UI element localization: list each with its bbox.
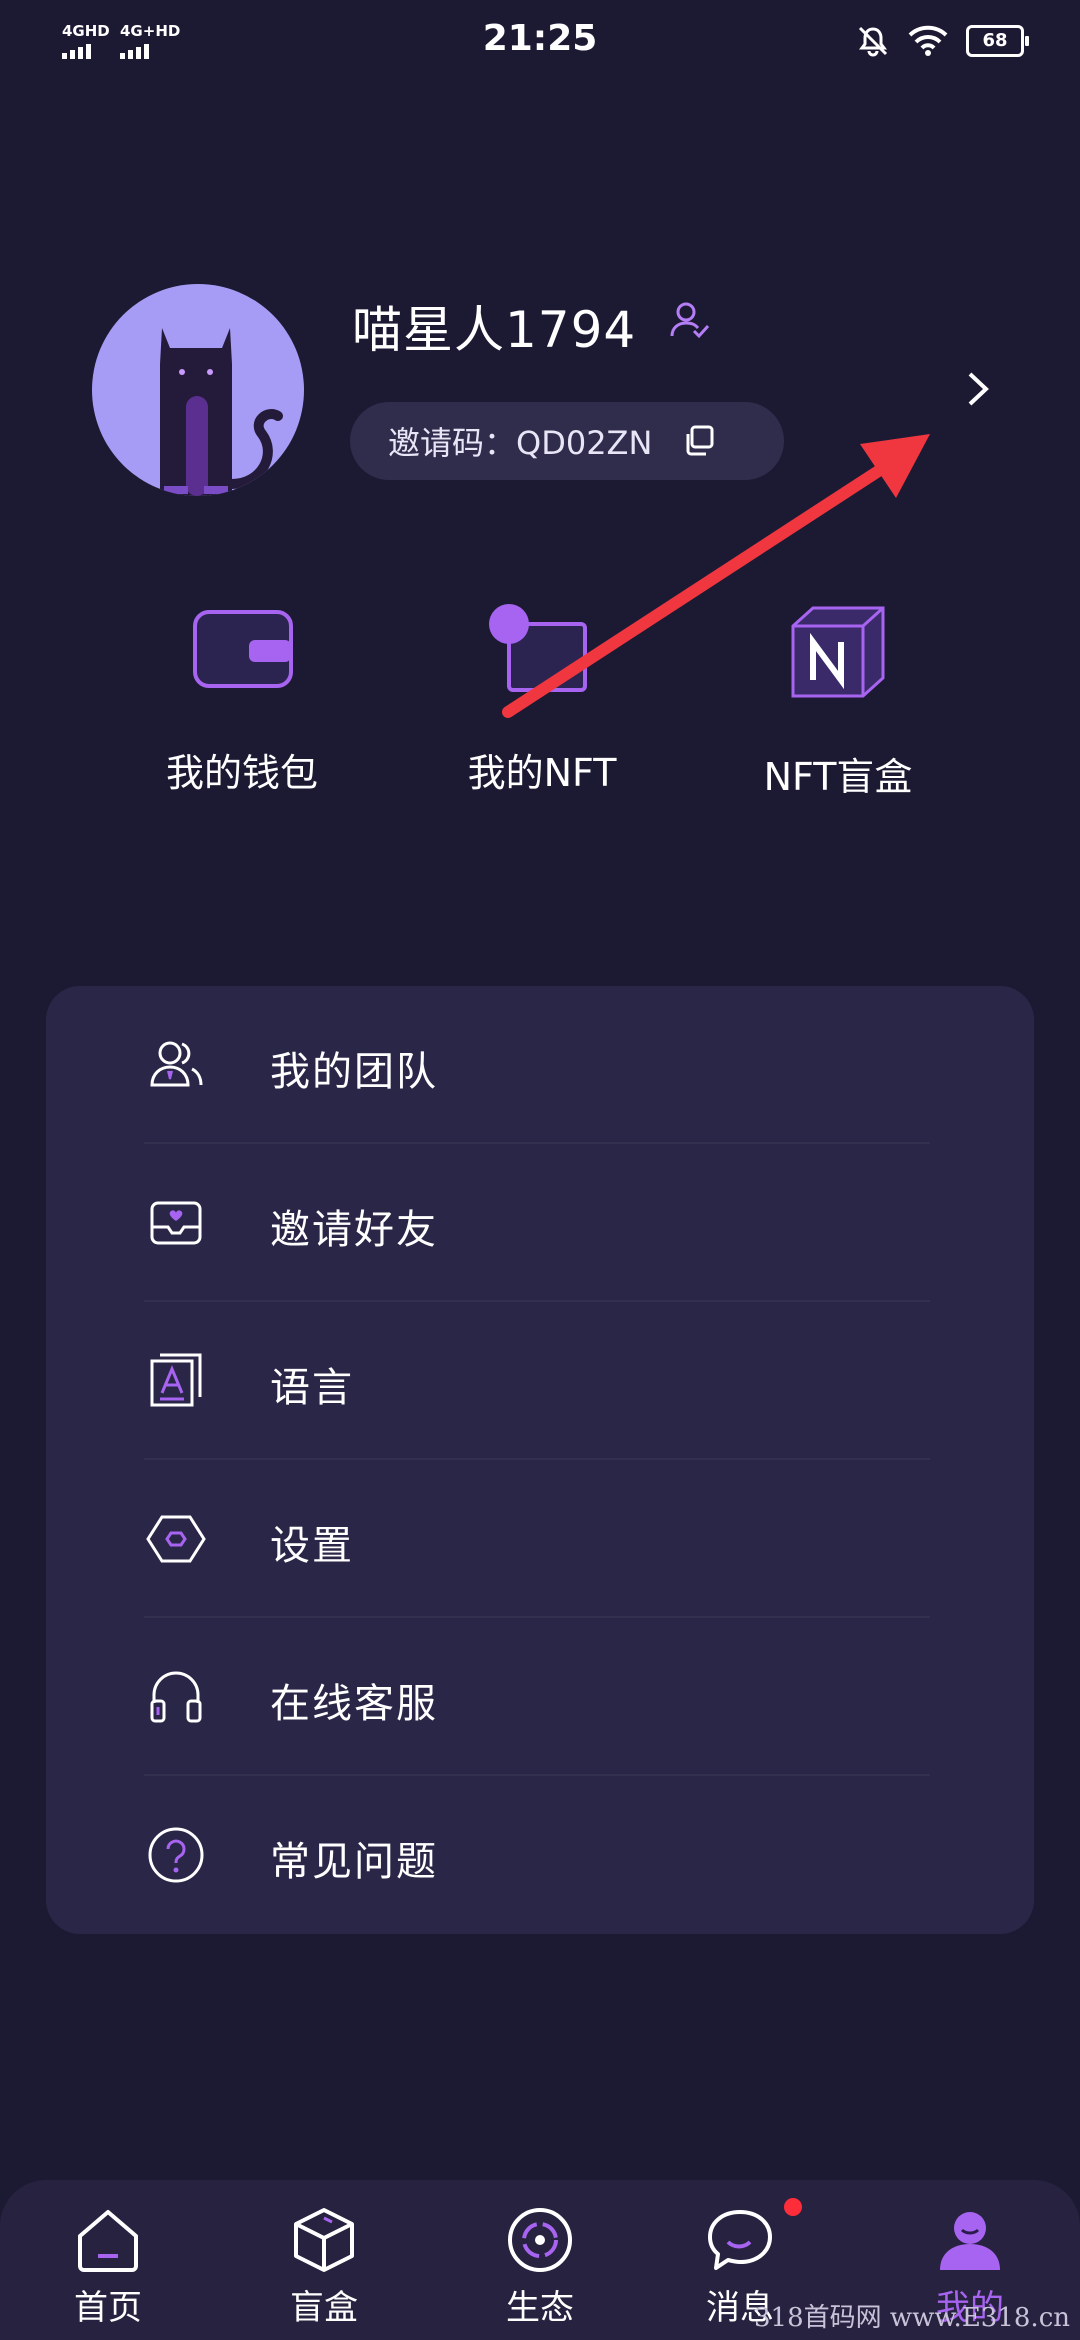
- menu-item-label: 我的团队: [270, 1049, 438, 1095]
- tab-home[interactable]: 首页: [28, 2194, 188, 2334]
- home-icon: [78, 2210, 138, 2272]
- quick-action-label: NFT盲盒: [763, 755, 913, 799]
- wifi-icon: [908, 25, 948, 56]
- nft-icon: [489, 604, 587, 692]
- menu-item-label: 在线客服: [270, 1681, 438, 1727]
- menu-item-settings[interactable]: 设置: [46, 1460, 1034, 1618]
- quick-action-wallet[interactable]: 我的钱包: [92, 600, 392, 797]
- verified-user-icon: [670, 302, 710, 339]
- status-bar: 4GHD 4G+HD 21:25 68: [0, 0, 1080, 84]
- chevron-right-icon[interactable]: [960, 364, 996, 414]
- language-icon: [150, 1353, 202, 1407]
- watermark-text: 318首码网 www.E318.cn: [753, 2303, 1070, 2333]
- invite-code-pill[interactable]: 邀请码：QD02ZN: [350, 402, 784, 480]
- tab-blind-box[interactable]: 盲盒: [244, 2194, 404, 2334]
- headset-icon: [150, 1671, 202, 1723]
- team-icon: [150, 1041, 203, 1087]
- settings-icon: [146, 1515, 206, 1563]
- menu-item-label: 邀请好友: [270, 1207, 438, 1253]
- invite-mail-icon: [150, 1201, 202, 1245]
- menu-item-label: 设置: [270, 1523, 354, 1569]
- menu-card: 我的团队 邀请好友 语言 设置 在线客服 常见问题: [46, 986, 1034, 1934]
- menu-item-my-team[interactable]: 我的团队: [46, 986, 1034, 1144]
- ecology-icon: [508, 2208, 572, 2272]
- wallet-icon: [193, 610, 293, 688]
- quick-action-blind-box[interactable]: NFT盲盒: [688, 600, 988, 801]
- tab-ecology[interactable]: 生态: [460, 2194, 620, 2334]
- username: 喵星人1794: [352, 301, 637, 359]
- quick-action-label: 我的钱包: [165, 751, 318, 795]
- quick-action-label: 我的NFT: [467, 751, 617, 795]
- copy-icon[interactable]: [682, 424, 716, 458]
- battery-indicator: 68: [966, 25, 1029, 57]
- blind-box-icon: [791, 606, 885, 698]
- quick-action-nft[interactable]: 我的NFT: [392, 600, 692, 797]
- cat-avatar-image: [160, 328, 283, 496]
- menu-item-language[interactable]: 语言: [46, 1302, 1034, 1460]
- bottom-tab-bar: 首页 盲盒 生态 消息 我的 318首码网 www.E318.cn: [0, 2180, 1080, 2340]
- mute-bell-icon: [858, 26, 888, 57]
- menu-item-label: 常见问题: [270, 1839, 438, 1885]
- menu-item-online-support[interactable]: 在线客服: [46, 1618, 1034, 1776]
- box-icon: [294, 2208, 354, 2272]
- profile-icon: [940, 2212, 1000, 2270]
- menu-item-faq[interactable]: 常见问题: [46, 1776, 1034, 1934]
- menu-item-invite-friends[interactable]: 邀请好友: [46, 1144, 1034, 1302]
- message-icon: [708, 2210, 772, 2270]
- tab-label: 生态: [506, 2288, 574, 2328]
- menu-item-label: 语言: [270, 1365, 354, 1411]
- faq-icon: [148, 1827, 204, 1883]
- tab-label: 首页: [74, 2288, 142, 2328]
- avatar[interactable]: [92, 284, 304, 496]
- notification-dot: [784, 2198, 802, 2216]
- invite-code-text: 邀请码：QD02ZN: [388, 424, 653, 462]
- tab-label: 盲盒: [290, 2288, 358, 2328]
